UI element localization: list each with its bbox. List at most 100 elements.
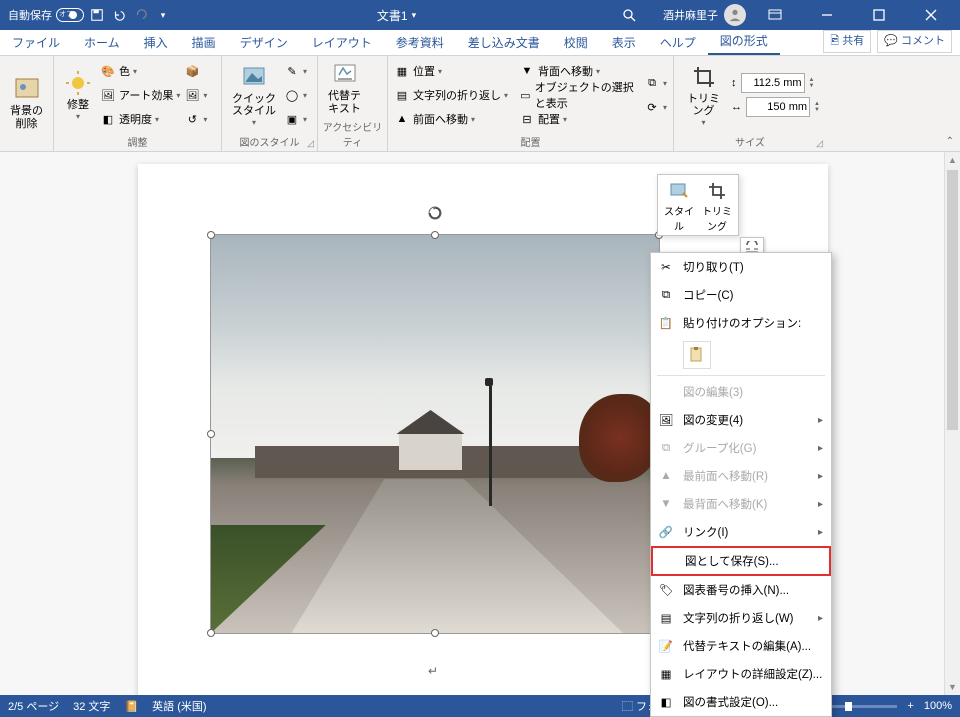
compress-button[interactable]: 📦: [184, 60, 207, 82]
user-account[interactable]: 酒井麻里子: [663, 4, 746, 26]
maximize-icon[interactable]: [856, 0, 902, 30]
link-icon: 🔗: [657, 523, 675, 541]
color-button[interactable]: 🎨色 ▾: [100, 60, 180, 82]
spellcheck-icon[interactable]: 📔: [124, 700, 138, 713]
dialog-launcher-icon[interactable]: ◿: [307, 138, 314, 149]
width-input[interactable]: [746, 97, 810, 117]
backward-icon: ▼: [519, 63, 535, 79]
resize-handle[interactable]: [207, 430, 215, 438]
pic-border-button[interactable]: ✎▾: [284, 60, 307, 82]
autosave-toggle[interactable]: 自動保存 オフ: [8, 7, 84, 23]
mini-crop-button[interactable]: トリミング: [700, 181, 734, 233]
change-pic-icon: 🖼: [657, 411, 675, 429]
align-button[interactable]: ⊟配置 ▾: [519, 108, 640, 130]
piclayout-icon: ▣: [284, 111, 300, 127]
tab-home[interactable]: ホーム: [72, 30, 132, 55]
tab-insert[interactable]: 挿入: [132, 30, 180, 55]
comment-button[interactable]: 💬 コメント: [877, 30, 952, 53]
close-icon[interactable]: [908, 0, 954, 30]
ctx-edit-alt-text[interactable]: 📝代替テキストの編集(A)...: [651, 632, 831, 660]
transparency-button[interactable]: ◧透明度 ▾: [100, 108, 180, 130]
resize-handle[interactable]: [431, 629, 439, 637]
tab-picture-format[interactable]: 図の形式: [708, 28, 780, 55]
resize-handle[interactable]: [207, 231, 215, 239]
ctx-text-wrap[interactable]: ▤文字列の折り返し(W)▸: [651, 604, 831, 632]
alt-text-button[interactable]: 代替テ キスト: [324, 58, 365, 116]
bring-forward-button[interactable]: ▲前面へ移動 ▾: [394, 108, 515, 130]
rotate-handle[interactable]: [427, 205, 443, 221]
tab-design[interactable]: デザイン: [228, 30, 300, 55]
ctx-layout-detail[interactable]: ▦レイアウトの詳細設定(Z)...: [651, 660, 831, 688]
style-icon: [669, 181, 689, 201]
ctx-save-as-picture[interactable]: 図として保存(S)...: [651, 546, 831, 576]
group-arrange-label: 配置: [388, 134, 673, 151]
align-icon: ⊟: [519, 111, 535, 127]
rotate-button[interactable]: ⟳▾: [644, 96, 667, 118]
selection-icon: ▭: [519, 87, 532, 103]
ctx-insert-caption[interactable]: 🏷図表番号の挿入(N)...: [651, 576, 831, 604]
corrections-button[interactable]: 修整▾: [60, 67, 96, 124]
dialog-launcher-icon[interactable]: ◿: [816, 138, 823, 149]
paste-option-button[interactable]: [683, 341, 711, 369]
height-input[interactable]: [741, 73, 805, 93]
mini-style-button[interactable]: スタイル: [662, 181, 696, 233]
width-input-row: ↔ ▲▼: [731, 97, 820, 117]
ribbon-display-icon[interactable]: [752, 0, 798, 30]
resize-handle[interactable]: [207, 629, 215, 637]
selected-image[interactable]: [210, 234, 660, 634]
crop-button[interactable]: トリミング▾: [680, 61, 727, 130]
ctx-link[interactable]: 🔗リンク(I)▸: [651, 518, 831, 546]
vertical-scrollbar[interactable]: ▲ ▼: [944, 152, 960, 695]
ctx-format-picture[interactable]: ◧図の書式設定(O)...: [651, 688, 831, 716]
collapse-ribbon-icon[interactable]: ⌃: [946, 136, 954, 147]
resize-handle[interactable]: [431, 231, 439, 239]
word-count[interactable]: 32 文字: [73, 698, 110, 714]
ctx-change-picture[interactable]: 🖼図の変更(4)▸: [651, 406, 831, 434]
quick-style-button[interactable]: クイック スタイル▾: [228, 61, 280, 130]
redo-icon[interactable]: [132, 6, 150, 24]
remove-background-button[interactable]: 背景の 削除: [6, 73, 47, 131]
paragraph-mark: ↵: [428, 664, 438, 678]
reset-pic-button[interactable]: ↺▾: [184, 108, 207, 130]
ctx-copy[interactable]: ⧉コピー(C): [651, 281, 831, 309]
tab-mailings[interactable]: 差し込み文書: [456, 30, 552, 55]
undo-icon[interactable]: [110, 6, 128, 24]
wrap-text-button[interactable]: ▤文字列の折り返し ▾: [394, 84, 515, 106]
minimize-icon[interactable]: [804, 0, 850, 30]
group-icon: ⧉: [644, 75, 660, 91]
scroll-up-icon[interactable]: ▲: [945, 152, 960, 168]
search-icon[interactable]: [621, 7, 637, 23]
zoom-level[interactable]: 100%: [924, 700, 952, 712]
tab-review[interactable]: 校閲: [552, 30, 600, 55]
tab-draw[interactable]: 描画: [180, 30, 228, 55]
group-objects-button[interactable]: ⧉▾: [644, 72, 667, 94]
position-button[interactable]: ▦位置 ▾: [394, 60, 515, 82]
scroll-down-icon[interactable]: ▼: [945, 679, 960, 695]
wrap-icon: ▤: [657, 609, 675, 627]
ctx-paste-label: 📋貼り付けのオプション:: [651, 309, 831, 337]
height-spinner[interactable]: ▲▼: [809, 77, 815, 89]
tab-view[interactable]: 表示: [600, 30, 648, 55]
zoom-in-icon[interactable]: +: [907, 700, 913, 712]
artistic-effects-button[interactable]: 🖼アート効果 ▾: [100, 84, 180, 106]
page-indicator[interactable]: 2/5 ページ: [8, 698, 59, 714]
selection-pane-button[interactable]: ▭オブジェクトの選択と表示: [519, 84, 640, 106]
height-icon: ↕: [731, 77, 737, 89]
language-indicator[interactable]: 英語 (米国): [152, 698, 206, 714]
tab-layout[interactable]: レイアウト: [300, 30, 384, 55]
width-spinner[interactable]: ▲▼: [814, 101, 820, 113]
ribbon-tabs: ファイル ホーム 挿入 描画 デザイン レイアウト 参考資料 差し込み文書 校閲…: [0, 30, 960, 56]
tab-file[interactable]: ファイル: [0, 30, 72, 55]
change-pic-button[interactable]: 🖼▾: [184, 84, 207, 106]
qat-more-icon[interactable]: ▾: [154, 6, 172, 24]
share-button[interactable]: 🖻 共有: [823, 30, 871, 53]
pic-layout-button[interactable]: ▣▾: [284, 108, 307, 130]
height-input-row: ↕ ▲▼: [731, 73, 820, 93]
tab-help[interactable]: ヘルプ: [648, 30, 708, 55]
pic-effects-button[interactable]: ◯▾: [284, 84, 307, 106]
change-icon: 🖼: [184, 87, 200, 103]
scroll-thumb[interactable]: [947, 170, 958, 430]
tab-references[interactable]: 参考資料: [384, 30, 456, 55]
save-icon[interactable]: [88, 6, 106, 24]
ctx-cut[interactable]: ✂切り取り(T): [651, 253, 831, 281]
